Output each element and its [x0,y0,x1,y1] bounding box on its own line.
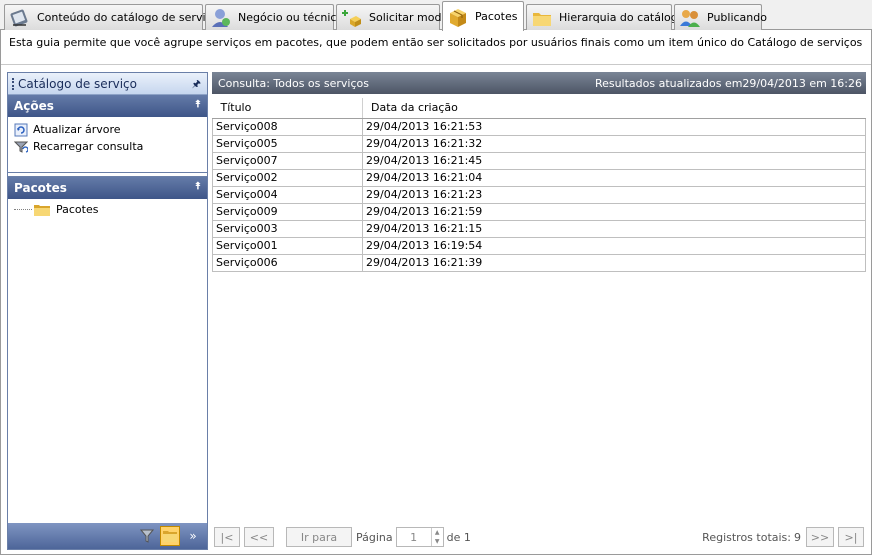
table-row[interactable]: Serviço001 29/04/2013 16:19:54 [212,237,866,255]
tab-content: Esta guia permite que você agrupe serviç… [0,30,872,555]
action-label: Recarregar consulta [33,140,144,153]
cell-created-date: 29/04/2013 16:21:32 [362,135,866,153]
cell-created-date: 29/04/2013 16:21:04 [362,169,866,187]
tab-label: Hierarquia do catálogo [559,11,685,24]
cell-created-date: 29/04/2013 16:21:23 [362,186,866,204]
results-updated-text: Resultados atualizados em29/04/2013 em 1… [594,76,862,90]
catalog-notebook-icon [9,8,31,28]
side-panel-title: Catálogo de serviço [18,76,137,91]
table-row[interactable]: Serviço009 29/04/2013 16:21:59 [212,203,866,221]
catalog-side-panel: Catálogo de serviço 🖈 Ações ⯭ Atualizar … [7,72,208,550]
table-row[interactable]: Serviço002 29/04/2013 16:21:04 [212,169,866,187]
page-label: Página [356,530,393,544]
cell-created-date: 29/04/2013 16:21:53 [362,118,866,136]
page-number-stepper[interactable]: 1 ▲ ▼ [395,527,444,547]
business-person-icon [210,8,232,28]
cell-created-date: 29/04/2013 16:21:15 [362,220,866,238]
packages-tree: Pacotes [8,199,207,514]
tab-bar: Conteúdo do catálogo de serviço Negócio … [0,0,872,31]
folder-view-button[interactable] [160,526,180,546]
table-header-row: Título Data da criação [212,98,866,119]
folder-icon [34,204,50,216]
cell-created-date: 29/04/2013 16:21:59 [362,203,866,221]
grip-handle[interactable] [12,77,14,90]
collapse-up-icon[interactable]: ⯭ [195,181,201,192]
cell-created-date: 29/04/2013 16:19:54 [362,237,866,255]
page-number-value: 1 [410,530,418,544]
tab-label: Pacotes [475,10,518,23]
collapse-up-icon[interactable]: ⯭ [195,99,201,110]
query-results-panel: Consulta: Todos os serviços Resultados a… [212,72,866,550]
column-header-created[interactable]: Data da criação [362,98,866,119]
folder-icon [531,8,553,28]
tab-business-technical[interactable]: Negócio ou técnico [205,4,343,30]
actions-list: Atualizar árvore Recarregar consulta [8,117,207,173]
package-box-icon [447,7,469,27]
pager: |< << Ir para Página 1 ▲ ▼ de 1 Registros… [212,524,866,550]
tree-node-packages[interactable]: Pacotes [14,203,98,216]
cell-created-date: 29/04/2013 16:21:45 [362,152,866,170]
cell-title: Serviço006 [212,254,363,272]
column-header-title[interactable]: Título [212,98,363,119]
chevron-down-icon[interactable]: » [183,526,203,546]
packages-section-header[interactable]: Pacotes ⯭ [8,177,207,199]
cell-title: Serviço002 [212,169,363,187]
next-page-button[interactable]: >> [806,527,834,547]
tab-request-mode[interactable]: Solicitar modo [336,4,448,30]
cell-created-date: 29/04/2013 16:21:39 [362,254,866,272]
side-panel-footer: » [8,523,207,549]
tab-packages[interactable]: Pacotes [442,1,524,31]
actions-section-title: Ações [14,99,54,113]
last-page-button[interactable]: >| [838,527,864,547]
pin-icon[interactable]: 🖈 [192,77,201,94]
cell-title: Serviço008 [212,118,363,136]
goto-button[interactable]: Ir para [286,527,352,547]
cell-title: Serviço003 [212,220,363,238]
page-description: Esta guia permite que você agrupe serviç… [9,36,863,49]
refresh-icon [14,123,28,137]
table-row[interactable]: Serviço008 29/04/2013 16:21:53 [212,118,866,136]
results-table: Título Data da criação Serviço008 29/04/2… [212,98,866,272]
actions-section-header[interactable]: Ações ⯭ [8,95,207,117]
table-row[interactable]: Serviço007 29/04/2013 16:21:45 [212,152,866,170]
cell-title: Serviço007 [212,152,363,170]
tree-node-label: Pacotes [56,203,99,216]
table-row[interactable]: Serviço003 29/04/2013 16:21:15 [212,220,866,238]
page-count-label: de 1 [446,530,471,544]
tab-label: Publicando [707,11,767,24]
tree-connector [14,209,32,210]
query-header: Consulta: Todos os serviços Resultados a… [212,72,866,94]
reload-query-icon [13,140,29,154]
total-records-label: Registros totais: [702,530,791,544]
query-title: Consulta: Todos os serviços [218,76,369,90]
table-row[interactable]: Serviço005 29/04/2013 16:21:32 [212,135,866,153]
action-reload-query[interactable]: Recarregar consulta [13,138,207,155]
cell-title: Serviço001 [212,237,363,255]
packages-section-title: Pacotes [14,181,67,195]
cell-title: Serviço009 [212,203,363,221]
divider [1,64,871,65]
action-refresh-tree[interactable]: Atualizar árvore [14,121,207,138]
side-panel-header: Catálogo de serviço 🖈 [8,73,207,95]
people-icon [679,8,701,28]
filter-icon[interactable] [137,526,157,546]
tab-catalog-content[interactable]: Conteúdo do catálogo de serviço [4,4,218,30]
first-page-button[interactable]: |< [214,527,240,547]
total-records-value: 9 [794,530,801,544]
tab-publishing[interactable]: Publicando [674,4,767,30]
table-row[interactable]: Serviço006 29/04/2013 16:21:39 [212,254,866,272]
action-label: Atualizar árvore [33,123,121,136]
request-box-plus-icon [341,8,363,28]
table-row[interactable]: Serviço004 29/04/2013 16:21:23 [212,186,866,204]
spin-arrows-icon[interactable]: ▲ ▼ [430,528,443,546]
tab-label: Solicitar modo [369,11,449,24]
prev-page-button[interactable]: << [244,527,274,547]
cell-title: Serviço004 [212,186,363,204]
tab-label: Conteúdo do catálogo de serviço [37,11,219,24]
cell-title: Serviço005 [212,135,363,153]
tab-label: Negócio ou técnico [238,11,344,24]
tab-catalog-hierarchy[interactable]: Hierarquia do catálogo [526,4,685,30]
